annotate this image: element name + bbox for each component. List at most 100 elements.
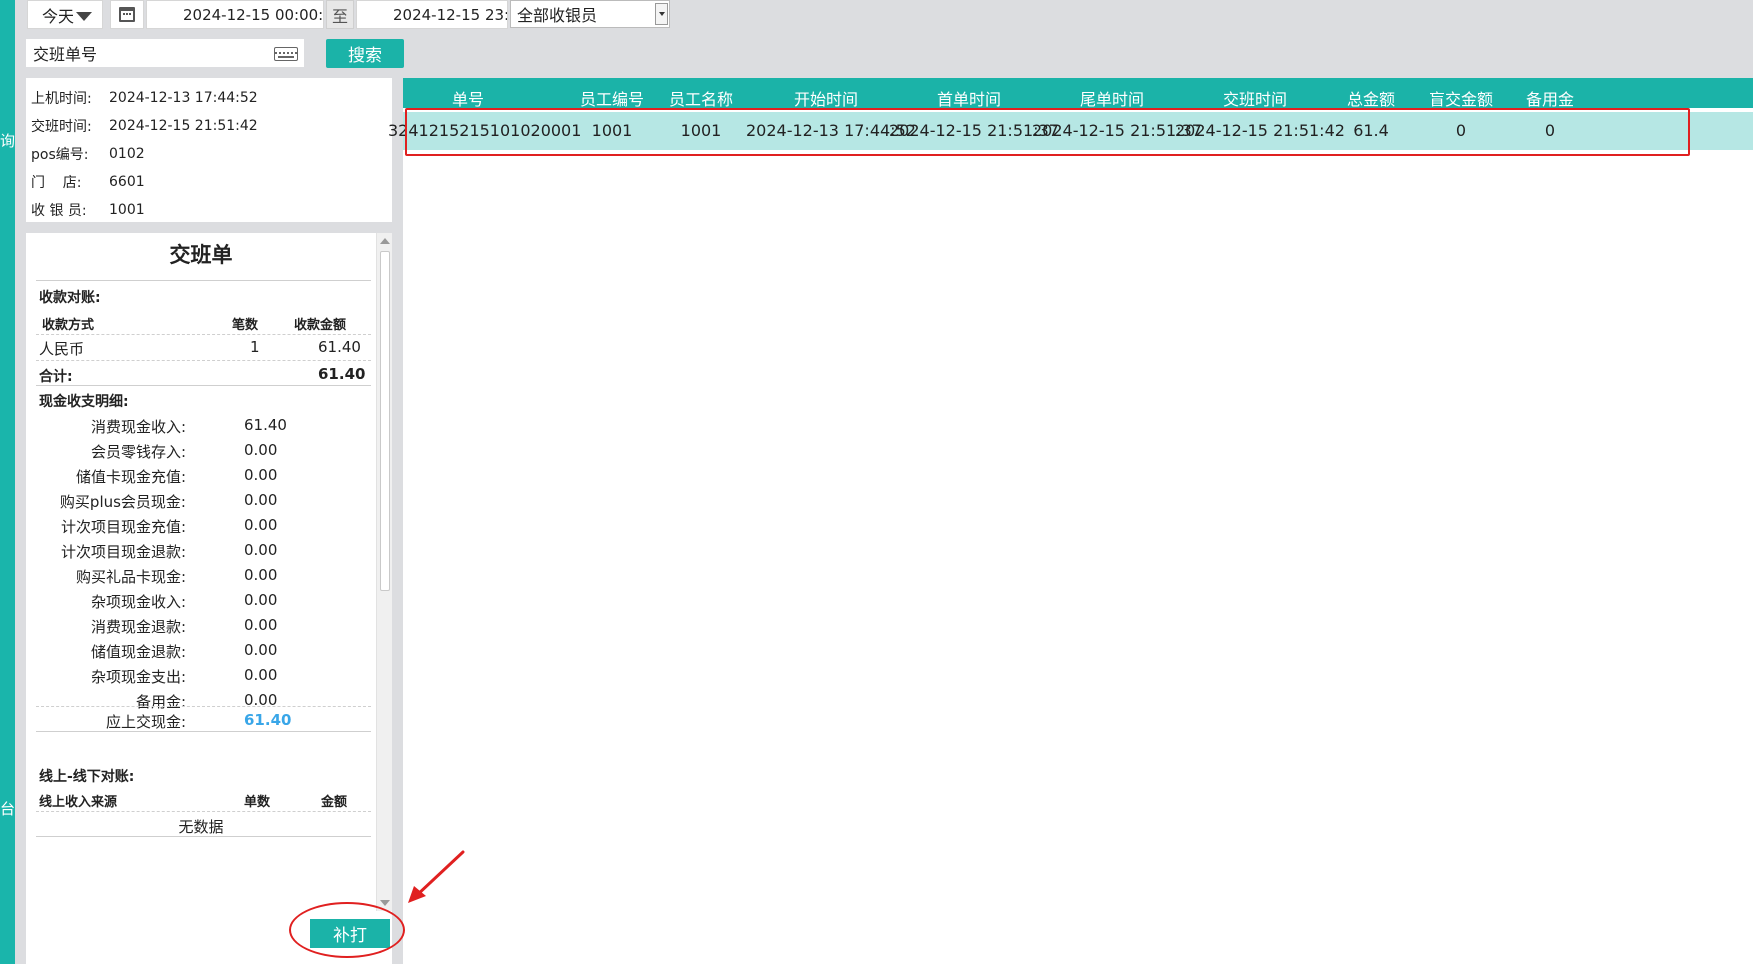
info-row: 上机时间: 2024-12-13 17:44:52	[31, 84, 392, 112]
divider	[36, 280, 371, 281]
table-header: 单号 员工编号 员工名称 开始时间 首单时间 尾单时间 交班时间 总金额 盲交金额 备用金	[403, 78, 1753, 110]
no-data-label: 无数据	[178, 818, 224, 836]
shift-info-panel: 上机时间: 2024-12-13 17:44:52 交班时间: 2024-12-15 …	[26, 78, 392, 222]
cash-item-label: 杂项现金收入:	[90, 593, 186, 611]
calendar-button[interactable]	[110, 0, 144, 29]
info-label: 门 店:	[31, 175, 82, 191]
info-row: 收 银 员: 1001	[31, 196, 392, 224]
sidebar-glyph-top: 询	[0, 132, 16, 150]
method-cell: 人民币	[39, 340, 85, 358]
end-date-input[interactable]: 2024-12-15 23:59	[356, 0, 508, 29]
cash-item-value: 0.00	[244, 591, 278, 609]
col-count: 笔数	[232, 318, 259, 333]
scroll-thumb[interactable]	[380, 251, 390, 591]
info-label: 收 银 员:	[31, 203, 87, 219]
handover-receipt: 交班单 收款对账: 收款方式 笔数 收款金额 人民币 1 61.40 合计: 6…	[26, 233, 392, 964]
handover-number-placeholder: 交班单号	[33, 45, 98, 64]
cash-item-value: 0.00	[244, 541, 278, 559]
info-value: 0102	[109, 146, 145, 162]
cash-item-value: 0.00	[244, 616, 278, 634]
due-cash-value: 61.40	[244, 711, 292, 729]
scroll-up-icon[interactable]	[380, 238, 390, 244]
period-dropdown[interactable]: 今天	[27, 0, 103, 29]
cash-item-label: 消费现金收入:	[90, 418, 186, 436]
info-label: 交班时间:	[31, 119, 92, 135]
table-cell: 2024-12-13 17:44:52	[746, 121, 916, 140]
select-arrow-icon[interactable]	[655, 3, 668, 25]
column-header[interactable]: 首单时间	[889, 86, 1049, 110]
cash-item-value: 0.00	[244, 666, 278, 684]
cash-item-value: 0.00	[244, 566, 278, 584]
start-date-value: 2024-12-15 00:00:00	[183, 5, 324, 24]
info-row: 交班时间: 2024-12-15 21:51:42	[31, 112, 392, 140]
reconcile-title: 收款对账:	[39, 290, 101, 306]
info-label: 上机时间:	[31, 91, 92, 107]
reprint-button[interactable]: 补打	[310, 919, 390, 948]
handover-number-input[interactable]: 交班单号	[26, 39, 304, 67]
divider	[36, 334, 371, 335]
info-label: pos编号:	[31, 147, 89, 163]
cash-item-value: 0.00	[244, 491, 278, 509]
total-label: 合计:	[39, 369, 73, 385]
cash-item-label: 会员零钱存入:	[90, 443, 186, 461]
table-cell: 0	[1544, 121, 1556, 140]
cash-item-label: 计次项目现金退款:	[60, 543, 186, 561]
cash-item-value: 0.00	[244, 516, 278, 534]
cash-item-label: 杂项现金支出:	[90, 668, 186, 686]
col-amount: 收款金额	[294, 318, 347, 333]
info-value: 2024-12-13 17:44:52	[109, 90, 258, 106]
info-row: 门 店: 6601	[31, 168, 392, 196]
column-header[interactable]: 尾单时间	[1032, 86, 1192, 110]
cashier-select[interactable]: 全部收银员	[510, 0, 670, 28]
cash-item-label: 消费现金退款:	[90, 618, 186, 636]
cash-item-label: 备用金:	[135, 693, 186, 711]
divider	[36, 385, 371, 386]
sidebar-glyph-bottom: 台	[0, 800, 16, 818]
col-online-count: 单数	[244, 795, 271, 810]
amount-cell: 61.40	[318, 338, 361, 356]
cash-item-label: 计次项目现金充值:	[60, 518, 186, 536]
keyboard-icon[interactable]	[274, 47, 298, 61]
col-online-source: 线上收入来源	[39, 795, 118, 810]
due-cash-label: 应上交现金:	[105, 713, 186, 731]
receipt-scrollbar[interactable]	[376, 233, 392, 911]
col-method: 收款方式	[42, 318, 95, 333]
column-header[interactable]: 备用金	[1470, 86, 1630, 110]
handover-table: 单号 员工编号 员工名称 开始时间 首单时间 尾单时间 交班时间 总金额 盲交金额 备用金 324…	[388, 78, 1753, 964]
total-value: 61.40	[318, 365, 366, 383]
divider	[36, 836, 371, 837]
search-button[interactable]: 搜索	[326, 39, 404, 68]
col-online-amount: 金额	[321, 795, 348, 810]
online-reconcile-title: 线上-线下对账:	[39, 769, 135, 785]
cash-item-label: 储值现金退款:	[90, 643, 186, 661]
to-label: 至	[326, 0, 354, 29]
table-cell: 3241215215101020001	[388, 121, 582, 140]
cash-item-label: 购买礼品卡现金:	[75, 568, 186, 586]
table-cell: 2024-12-15 21:51:37	[889, 121, 1059, 140]
cash-detail-title: 现金收支明细:	[39, 394, 129, 410]
column-header[interactable]: 开始时间	[746, 86, 906, 110]
cash-item-value: 0.00	[244, 641, 278, 659]
divider	[36, 731, 371, 732]
divider	[36, 706, 371, 707]
info-value: 1001	[109, 202, 145, 218]
end-date-value: 2024-12-15 23:59	[393, 5, 507, 24]
info-row: pos编号: 0102	[31, 140, 392, 168]
start-date-input[interactable]: 2024-12-15 00:00:00	[146, 0, 324, 29]
receipt-title: 交班单	[169, 243, 233, 267]
info-value: 2024-12-15 21:51:42	[109, 118, 258, 134]
cash-item-label: 购买plus会员现金:	[59, 493, 186, 511]
divider	[36, 360, 371, 361]
info-value: 6601	[109, 174, 145, 190]
cash-item-value: 0.00	[244, 441, 278, 459]
divider	[36, 811, 371, 812]
cash-item-label: 储值卡现金充值:	[75, 468, 186, 486]
table-cell: 2024-12-15 21:51:37	[1032, 121, 1202, 140]
table-row[interactable]: 3241215215101020001 1001 1001 2024-12-13 17…	[388, 112, 1753, 150]
cash-item-value: 0.00	[244, 466, 278, 484]
cash-item-value: 61.40	[244, 416, 287, 434]
cashier-value: 全部收银员	[517, 6, 598, 25]
scroll-down-icon[interactable]	[380, 900, 390, 906]
column-header[interactable]: 单号	[388, 86, 548, 110]
period-label: 今天	[42, 6, 75, 26]
